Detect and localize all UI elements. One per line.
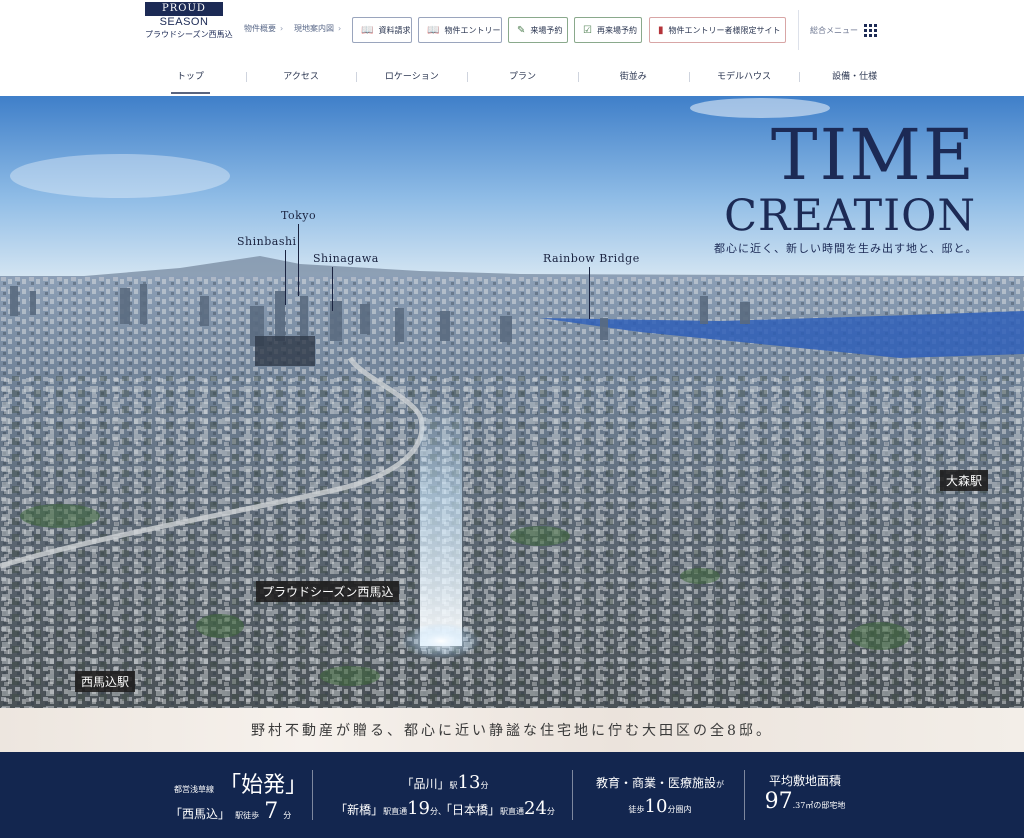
- stat2-nihonbashi: 「日本橋」: [446, 803, 501, 817]
- revisit-reservation-button[interactable]: ☑ 再来場予約: [574, 17, 642, 43]
- button-label: 来場予約: [530, 25, 563, 35]
- button-label: 資料請求: [378, 25, 411, 35]
- stat1-unit: 分: [283, 811, 292, 820]
- nav-item-location[interactable]: ロケーション: [356, 64, 467, 94]
- stat2-nihonbashi-min: 24: [524, 798, 547, 819]
- tag-omori-station: 大森駅: [940, 470, 989, 491]
- stats-divider: [312, 770, 313, 820]
- link-label: 物件概要: [244, 24, 276, 33]
- link-property-overview[interactable]: 物件概要 ›: [244, 23, 283, 34]
- stat2-unit3: 分: [546, 807, 555, 816]
- lock-icon: ▮: [658, 24, 664, 36]
- logo-line-proud: PROUD: [145, 2, 223, 16]
- landmark-rainbow-line: [589, 267, 590, 319]
- stat1-station: 「西馬込」: [170, 807, 231, 821]
- stat-facilities: 教育・商業・医療施設が 徒歩10分圏内: [580, 752, 740, 838]
- stat-average-lot: 平均敷地面積 97.37㎡の邸宅地: [750, 752, 860, 838]
- calendar-icon: ☑: [583, 24, 592, 36]
- grid-menu-icon[interactable]: [864, 24, 877, 37]
- logo-line-property: プラウドシーズン西馬込: [145, 30, 233, 39]
- global-menu-label[interactable]: 総合メニュー: [810, 25, 858, 36]
- stat3-facilities: 教育・商業・医療施設: [595, 776, 716, 790]
- chevron-right-icon: ›: [338, 24, 342, 33]
- link-label: 現地案内図: [294, 24, 334, 33]
- stat1-minutes: 7: [264, 799, 279, 824]
- landmark-shinbashi-line: [285, 250, 286, 305]
- landmark-tokyo: Tokyo: [281, 209, 317, 222]
- link-site-map[interactable]: 現地案内図 ›: [294, 23, 341, 34]
- stat2-unit: 分: [480, 781, 489, 790]
- chevron-right-icon: ›: [280, 24, 284, 33]
- property-entry-button[interactable]: 📖 物件エントリー: [418, 17, 502, 43]
- button-label: 物件エントリー者様限定サイト: [668, 25, 781, 35]
- book-icon: 📖: [427, 24, 440, 36]
- nav-item-townscape[interactable]: 街並み: [577, 64, 689, 94]
- nav-item-top[interactable]: トップ: [135, 64, 246, 94]
- nav-item-plan[interactable]: プラン: [467, 64, 578, 94]
- stat2-direct2: 駅直通: [500, 807, 525, 816]
- visit-reservation-button[interactable]: ✎ 来場予約: [508, 17, 568, 43]
- tagline-band: 野村不動産が贈る、都心に近い静謐な住宅地に佇む大田区の全8邸。: [0, 708, 1024, 752]
- stats-band: 都営浅草線 「始発」 「西馬込」 駅徒歩 7 分 「品川」駅13分 「新橋」駅直…: [0, 752, 1024, 838]
- stat4-suffix: の邸宅地: [813, 801, 846, 810]
- logo-line-season: SEASON: [159, 16, 209, 28]
- stat1-first-train: 「始発」: [219, 773, 308, 798]
- request-brochure-button[interactable]: 📖 資料請求: [352, 17, 412, 43]
- stat2-shinbashi: 「新橋」: [335, 803, 384, 817]
- stats-divider: [744, 770, 745, 820]
- stat3-minutes: 10: [644, 796, 668, 817]
- stat1-walk: 駅徒歩: [235, 811, 260, 820]
- nav-item-access[interactable]: アクセス: [245, 64, 357, 94]
- site-header: PROUD SEASON プラウドシーズン西馬込 物件概要 › 現地案内図 › 📖 資…: [0, 0, 1024, 96]
- landmark-rainbow-bridge: Rainbow Bridge: [543, 252, 640, 265]
- stat2-shinagawa-min: 13: [457, 772, 481, 793]
- stats-divider: [572, 770, 573, 820]
- landmark-shinagawa: Shinagawa: [313, 252, 379, 265]
- button-label: 物件エントリー: [444, 25, 501, 35]
- stat1-line-label: 都営浅草線: [174, 785, 214, 794]
- hero-subtitle: 都心に近く、新しい時間を生み出す地と、邸と。: [714, 242, 978, 255]
- stat3-walk: 徒歩: [628, 805, 645, 814]
- stat3-ga: が: [716, 780, 724, 789]
- stat3-unit: 分圏内: [667, 805, 692, 814]
- landmark-shinbashi: Shinbashi: [237, 235, 297, 248]
- book-icon: 📖: [361, 24, 374, 36]
- stat4-number: 97: [764, 789, 793, 814]
- stat4-decimal: .37㎡: [792, 801, 814, 810]
- tag-property-site: プラウドシーズン西馬込: [256, 581, 400, 602]
- nav-item-model-house[interactable]: モデルハウス: [688, 64, 800, 94]
- landmark-tokyo-line: [298, 224, 299, 296]
- stat2-direct: 駅直通: [383, 807, 408, 816]
- stat-first-station: 都営浅草線 「始発」 「西馬込」 駅徒歩 7 分: [170, 752, 310, 838]
- brand-logo[interactable]: PROUD SEASON プラウドシーズン西馬込: [145, 2, 233, 42]
- tagline-text: 野村不動産が贈る、都心に近い静謐な住宅地に佇む大田区の全8邸。: [251, 723, 773, 739]
- landmark-shinagawa-line: [332, 267, 333, 311]
- stat2-station: 駅: [449, 781, 458, 790]
- stat2-unit2: 分、: [430, 807, 446, 816]
- header-divider: [798, 10, 799, 50]
- tag-nishimagome-station: 西馬込駅: [75, 671, 136, 692]
- stat2-shinbashi-min: 19: [407, 798, 430, 819]
- nav-item-equipment[interactable]: 設備・仕様: [799, 64, 910, 94]
- edit-icon: ✎: [517, 24, 526, 36]
- button-label: 再来場予約: [596, 25, 637, 35]
- stat-access-times: 「品川」駅13分 「新橋」駅直通19分、「日本橋」駅直通24分: [320, 752, 570, 838]
- stat4-label: 平均敷地面積: [768, 774, 841, 788]
- hero-title-time: TIME: [770, 114, 976, 196]
- hero-title-creation: CREATION: [724, 191, 976, 241]
- entrant-site-button[interactable]: ▮ 物件エントリー者様限定サイト: [649, 17, 786, 43]
- main-nav: トップ アクセス ロケーション プラン 街並み モデルハウス 設備・仕様: [135, 64, 910, 94]
- stat2-shinagawa: 「品川」: [401, 777, 450, 791]
